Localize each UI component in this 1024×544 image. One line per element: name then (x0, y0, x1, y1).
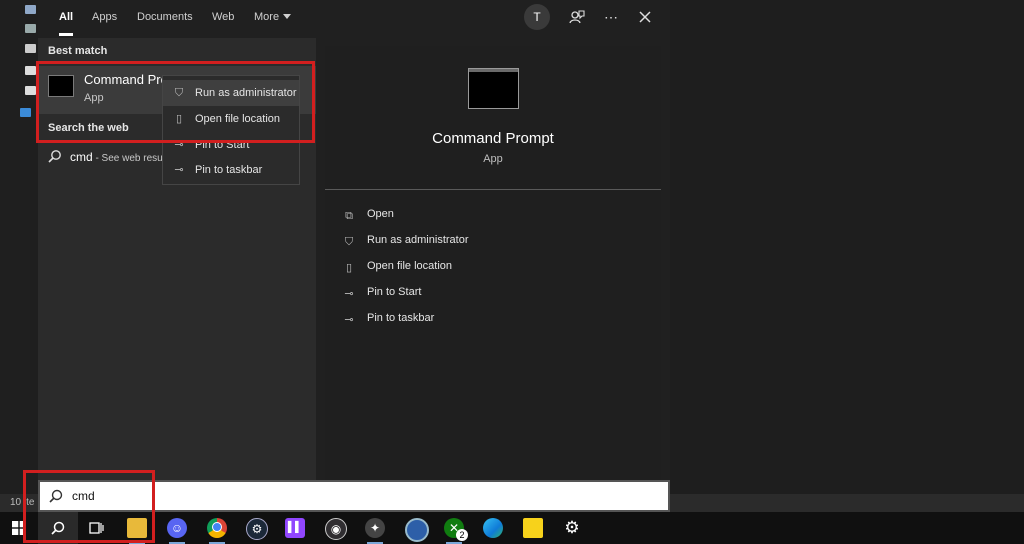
menu-item-pin-to-taskbar[interactable]: ⊸ Pin to taskbar (163, 157, 299, 183)
desktop-icon[interactable] (25, 5, 36, 14)
search-tabs-bar: All Apps Documents Web More T ⋯ (38, 0, 670, 38)
action-label: Pin to taskbar (367, 312, 435, 324)
action-label: Pin to Start (367, 286, 422, 298)
taskbar-twitch[interactable]: ▌▌ (275, 512, 315, 544)
action-pin-to-start[interactable]: ⊸ Pin to Start (343, 282, 421, 302)
status-bar (670, 494, 1024, 512)
preview-pane: Command Prompt App ⧉ Open ⛉ Run as adminis… (325, 46, 661, 480)
network-icon[interactable] (20, 108, 31, 117)
taskbar-davinci[interactable]: ✦ (355, 512, 395, 544)
command-prompt-icon (468, 68, 519, 109)
taskbar-obs[interactable]: ◉ (315, 512, 355, 544)
preview-title: Command Prompt (432, 130, 554, 147)
background-window (670, 0, 1024, 512)
action-label: Run as administrator (367, 234, 469, 246)
more-options-icon[interactable]: ⋯ (600, 6, 622, 28)
blue-circle-icon (405, 518, 429, 542)
taskbar-app-blue[interactable] (395, 512, 435, 544)
taskbar-xbox[interactable]: ✕ 2 (434, 512, 474, 544)
desktop-strip: 10 ite (0, 0, 38, 512)
web-query-suffix: - See web resu (92, 153, 163, 164)
pin-icon: ⊸ (174, 164, 184, 176)
taskbar-steam[interactable]: ⚙ (236, 512, 276, 544)
desktop-icon[interactable] (25, 44, 36, 53)
tab-apps[interactable]: Apps (92, 0, 117, 38)
desktop-icon[interactable] (25, 66, 36, 75)
gear-icon: ⚙ (564, 518, 580, 537)
taskbar-chrome[interactable] (197, 512, 237, 544)
preview-subtitle: App (483, 153, 503, 165)
pin-icon: ⊸ (344, 314, 354, 326)
steam-icon: ⚙ (246, 518, 268, 540)
highlight-box (23, 470, 155, 543)
action-label: Open (367, 208, 394, 220)
tab-all[interactable]: All (59, 0, 74, 38)
action-run-as-administrator[interactable]: ⛉ Run as administrator (343, 230, 469, 250)
action-pin-to-taskbar[interactable]: ⊸ Pin to taskbar (343, 308, 434, 328)
desktop-icon[interactable] (25, 24, 36, 33)
taskbar-settings[interactable]: ⚙ (552, 512, 592, 544)
menu-item-label: Pin to taskbar (195, 164, 263, 176)
taskbar-sticky-notes[interactable] (513, 512, 553, 544)
sticky-note-icon (523, 518, 543, 538)
search-icon (48, 150, 61, 163)
account-avatar[interactable]: T (524, 4, 550, 30)
davinci-icon: ✦ (365, 518, 385, 538)
tab-more-label: More (254, 11, 280, 23)
highlight-box (36, 61, 315, 143)
feedback-icon[interactable] (566, 6, 588, 28)
tab-web[interactable]: Web (212, 0, 234, 38)
chrome-icon (207, 518, 227, 538)
obs-icon: ◉ (325, 518, 347, 540)
discord-icon: ☺ (167, 518, 187, 538)
taskbar-discord[interactable]: ☺ (157, 512, 197, 544)
divider (325, 189, 661, 190)
notification-badge: 2 (456, 529, 468, 541)
close-icon[interactable] (634, 6, 656, 28)
action-open[interactable]: ⧉ Open (343, 204, 394, 224)
best-match-heading: Best match (48, 45, 108, 57)
web-query: cmd (70, 150, 93, 164)
tab-more[interactable]: More (254, 0, 292, 38)
pin-icon: ⊸ (344, 288, 354, 300)
shield-icon: ⛉ (344, 236, 354, 248)
web-query-text: cmd - See web resu (70, 150, 163, 164)
chevron-down-icon (283, 14, 292, 19)
edge-icon (483, 518, 503, 538)
desktop-icon[interactable] (25, 86, 36, 95)
file-location-icon: ▯ (345, 262, 353, 274)
taskbar-edge[interactable] (473, 512, 513, 544)
action-label: Open file location (367, 260, 452, 272)
open-icon: ⧉ (345, 210, 353, 222)
action-open-file-location[interactable]: ▯ Open file location (343, 256, 452, 276)
twitch-icon: ▌▌ (285, 518, 305, 538)
tab-documents[interactable]: Documents (137, 0, 193, 38)
